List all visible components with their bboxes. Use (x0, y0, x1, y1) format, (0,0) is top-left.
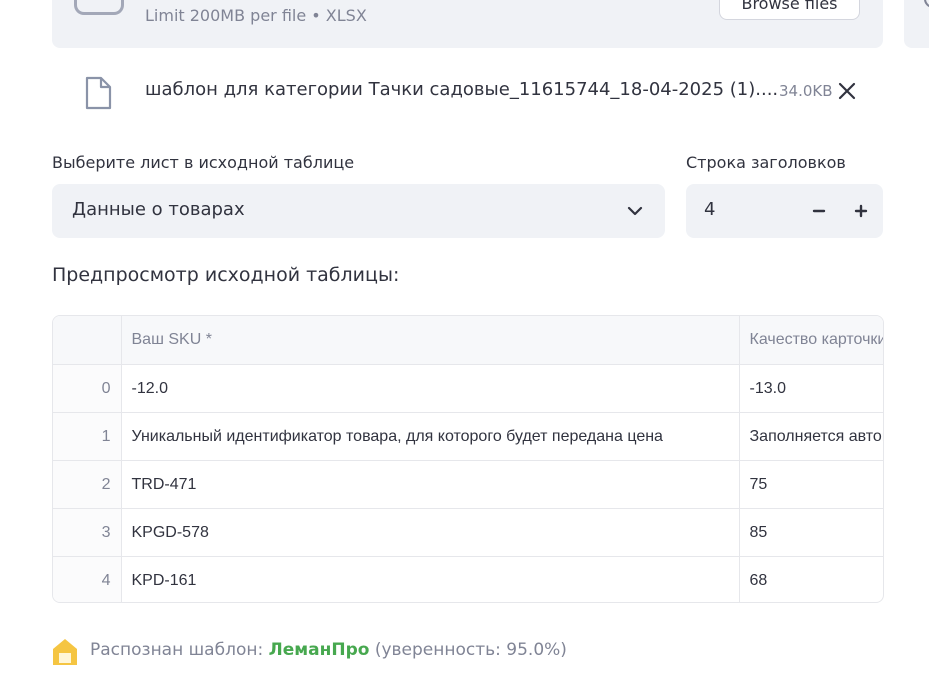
decrement-button[interactable] (804, 196, 834, 226)
row-index: 1 (53, 412, 122, 461)
template-name: ЛеманПро (268, 640, 370, 660)
header-row-label: Строка заголовков (686, 153, 846, 172)
row-index: 3 (53, 508, 122, 557)
table-cell[interactable]: -12.0 (121, 364, 740, 413)
template-prefix: Распознан шаблон: (90, 640, 269, 660)
upload-limit-text: Limit 200MB per file • XLSX (145, 6, 367, 25)
table-cell[interactable]: 68 (739, 556, 883, 602)
file-icon (84, 76, 112, 114)
preview-table[interactable]: Ваш SKU * Качество карточки 0 -12.0 -13.… (52, 315, 884, 603)
table-row: 3 KPGD-578 85 (53, 508, 883, 557)
browse-files-button[interactable]: Browse files (719, 0, 860, 20)
sheet-select[interactable]: Данные о товарах (52, 184, 665, 238)
header-row-number-input[interactable]: 4 (686, 184, 883, 238)
cloud-upload-icon (74, 0, 124, 15)
side-panel-card (904, 0, 929, 48)
table-cell[interactable]: 75 (739, 460, 883, 509)
table-cell[interactable]: Заполняется автоматически (739, 412, 883, 461)
close-icon[interactable] (836, 80, 858, 102)
row-index: 0 (53, 364, 122, 413)
sheet-select-label: Выберите лист в исходной таблице (52, 153, 355, 172)
uploaded-file-size: 34.0KB (779, 82, 833, 100)
table-cell[interactable]: TRD-471 (121, 460, 740, 509)
chevron-down-icon (626, 203, 644, 223)
index-column-header (53, 316, 122, 365)
sheet-select-value: Данные о товарах (72, 199, 245, 220)
table-cell[interactable]: -13.0 (739, 364, 883, 413)
table-cell[interactable]: Уникальный идентификатор товара, для кот… (121, 412, 740, 461)
table-row: 0 -12.0 -13.0 (53, 364, 883, 413)
template-recognition-text: Распознан шаблон: ЛеманПро (уверенность:… (90, 640, 567, 660)
table-row: 4 KPD-161 68 (53, 556, 883, 602)
file-uploader-dropzone[interactable]: Limit 200MB per file • XLSX Browse files (52, 0, 883, 48)
house-icon (52, 638, 78, 670)
table-cell[interactable]: 85 (739, 508, 883, 557)
table-cell[interactable]: KPGD-578 (121, 508, 740, 557)
row-index: 4 (53, 556, 122, 602)
column-header[interactable]: Качество карточки (739, 316, 883, 365)
template-confidence: (уверенность: 95.0%) (369, 640, 567, 660)
increment-button[interactable] (846, 196, 876, 226)
table-row: 2 TRD-471 75 (53, 460, 883, 509)
preview-title: Предпросмотр исходной таблицы: (52, 264, 400, 286)
header-row-value[interactable]: 4 (704, 199, 715, 220)
uploaded-file-name: шаблон для категории Тачки садовые_11615… (145, 79, 779, 100)
row-index: 2 (53, 460, 122, 509)
table-header-row: Ваш SKU * Качество карточки (53, 316, 883, 365)
table-row: 1 Уникальный идентификатор товара, для к… (53, 412, 883, 461)
column-header[interactable]: Ваш SKU * (121, 316, 740, 365)
table-cell[interactable]: KPD-161 (121, 556, 740, 602)
